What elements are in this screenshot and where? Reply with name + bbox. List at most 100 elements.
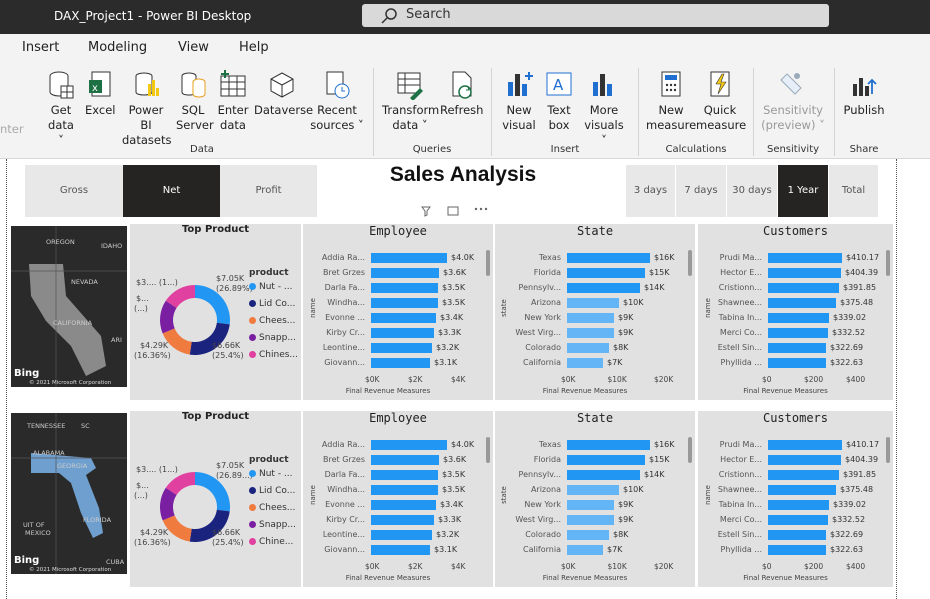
bar[interactable] <box>768 485 836 495</box>
scrollbar[interactable] <box>688 250 692 276</box>
bar[interactable] <box>567 500 614 510</box>
top-product-panel[interactable]: Top Product $7.05K (26.89%) $6.66K (25.4%) $4… <box>130 224 301 400</box>
bar[interactable] <box>371 530 432 540</box>
net-button[interactable]: Net <box>123 165 220 217</box>
menu-modeling[interactable]: Modeling <box>88 40 147 55</box>
map-visual[interactable]: OREGON IDAHO NEVADA CALIFORNIA ARI Bing © 2021… <box>11 226 127 387</box>
profit-button[interactable]: Profit <box>220 165 317 217</box>
customers-bar-chart[interactable]: Customers name Prudi Ma... $410.17 Hector E.… <box>698 224 893 400</box>
bar[interactable] <box>768 358 826 368</box>
bar[interactable] <box>768 283 839 293</box>
get-data-button[interactable]: Get data ˅ <box>46 70 76 148</box>
bar[interactable] <box>371 545 430 555</box>
bar[interactable] <box>371 313 436 323</box>
refresh-button[interactable]: Refresh <box>440 70 483 118</box>
search-box[interactable]: Search <box>362 4 829 27</box>
donut-legend-item[interactable]: Lid Co... <box>249 299 295 309</box>
bar[interactable] <box>371 455 439 465</box>
donut-legend-item[interactable]: Snapp... <box>249 520 296 530</box>
bar[interactable] <box>371 283 438 293</box>
donut-legend-item[interactable]: Lid Co... <box>249 486 295 496</box>
bar[interactable] <box>768 455 841 465</box>
excel-button[interactable]: x Excel <box>85 70 115 118</box>
bar[interactable] <box>567 515 614 525</box>
sql-server-button[interactable]: SQL Server <box>176 70 214 133</box>
bar[interactable] <box>567 455 645 465</box>
menu-insert[interactable]: Insert <box>22 40 59 55</box>
recent-sources-button[interactable]: Recent sources ˅ <box>310 70 364 133</box>
top-product-panel[interactable]: Top Product $7.05K (26.89...) $6.66K (25.4%)… <box>130 411 301 587</box>
sensitivity-button[interactable]: Sensitivity (preview) ˅ <box>760 70 826 133</box>
period-7days-button[interactable]: 7 days <box>676 165 726 217</box>
bar[interactable] <box>768 313 829 323</box>
menu-help[interactable]: Help <box>239 40 269 55</box>
bar[interactable] <box>371 485 438 495</box>
quick-measure-button[interactable]: Quick measure <box>696 70 746 133</box>
bar[interactable] <box>768 343 826 353</box>
bar[interactable] <box>567 343 609 353</box>
employee-bar-chart[interactable]: Employee name Addia Ra... $4.0K Bret Grzes $3… <box>303 224 493 400</box>
period-3days-button[interactable]: 3 days <box>626 165 675 217</box>
dataverse-button[interactable]: Dataverse <box>254 70 313 118</box>
bar[interactable] <box>567 298 619 308</box>
bar[interactable] <box>567 440 650 450</box>
donut-legend-item[interactable]: Snapp... <box>249 333 296 343</box>
bar[interactable] <box>768 298 836 308</box>
bar[interactable] <box>371 500 436 510</box>
bar[interactable] <box>768 515 828 525</box>
bar[interactable] <box>768 500 829 510</box>
new-measure-button[interactable]: New measure <box>646 70 696 133</box>
bar[interactable] <box>567 313 614 323</box>
map-visual[interactable]: TENNESSEE SC ALABAMA GEORGIA FLORIDA UIT OF ME… <box>11 413 127 574</box>
donut-legend-item[interactable]: Chines... <box>249 350 298 360</box>
period-1year-button[interactable]: 1 Year <box>778 165 828 217</box>
bar[interactable] <box>567 470 640 480</box>
bar[interactable] <box>371 268 439 278</box>
bar[interactable] <box>371 515 434 525</box>
donut-legend-item[interactable]: Nut - ... <box>249 469 293 479</box>
more-visuals-button[interactable]: More visuals ˅ <box>580 70 628 148</box>
gross-button[interactable]: Gross <box>25 165 123 217</box>
powerbi-datasets-button[interactable]: Power BI datasets <box>122 70 171 148</box>
bar[interactable] <box>768 268 841 278</box>
bar[interactable] <box>768 545 826 555</box>
new-visual-button[interactable]: New visual <box>500 70 538 133</box>
donut-legend-item[interactable]: Nut - ... <box>249 282 293 292</box>
scrollbar[interactable] <box>886 250 890 276</box>
bar[interactable] <box>567 283 640 293</box>
bar[interactable] <box>567 485 619 495</box>
bar[interactable] <box>567 545 603 555</box>
bar[interactable] <box>371 440 447 450</box>
bar[interactable] <box>768 253 842 263</box>
state-bar-chart[interactable]: State state Texas $16K Florida $15K Pennsylv..… <box>495 411 695 587</box>
bar[interactable] <box>768 328 828 338</box>
scrollbar[interactable] <box>486 437 490 463</box>
bar[interactable] <box>567 530 609 540</box>
period-total-button[interactable]: Total <box>829 165 878 217</box>
bar[interactable] <box>768 470 839 480</box>
employee-bar-chart[interactable]: Employee name Addia Ra... $4.0K Bret Grzes $3… <box>303 411 493 587</box>
donut-legend-item[interactable]: Chees... <box>249 316 295 326</box>
bar[interactable] <box>768 440 842 450</box>
publish-button[interactable]: Publish <box>842 70 886 118</box>
period-30days-button[interactable]: 30 days <box>727 165 777 217</box>
visual-header-icons[interactable] <box>420 205 495 220</box>
scrollbar[interactable] <box>886 437 890 463</box>
transform-data-button[interactable]: Transform data ˅ <box>382 70 439 133</box>
bar[interactable] <box>567 268 645 278</box>
bar[interactable] <box>371 298 438 308</box>
customers-bar-chart[interactable]: Customers name Prudi Ma... $410.17 Hector E.… <box>698 411 893 587</box>
scrollbar[interactable] <box>486 250 490 276</box>
bar[interactable] <box>371 253 447 263</box>
text-box-button[interactable]: A Text box <box>543 70 575 133</box>
bar[interactable] <box>768 530 826 540</box>
scrollbar[interactable] <box>688 437 692 463</box>
bar[interactable] <box>371 470 438 480</box>
bar[interactable] <box>567 253 650 263</box>
menu-view[interactable]: View <box>178 40 209 55</box>
bar[interactable] <box>371 343 432 353</box>
enter-data-button[interactable]: Enter data <box>217 70 249 133</box>
bar[interactable] <box>567 328 614 338</box>
bar[interactable] <box>371 328 434 338</box>
bar[interactable] <box>371 358 430 368</box>
